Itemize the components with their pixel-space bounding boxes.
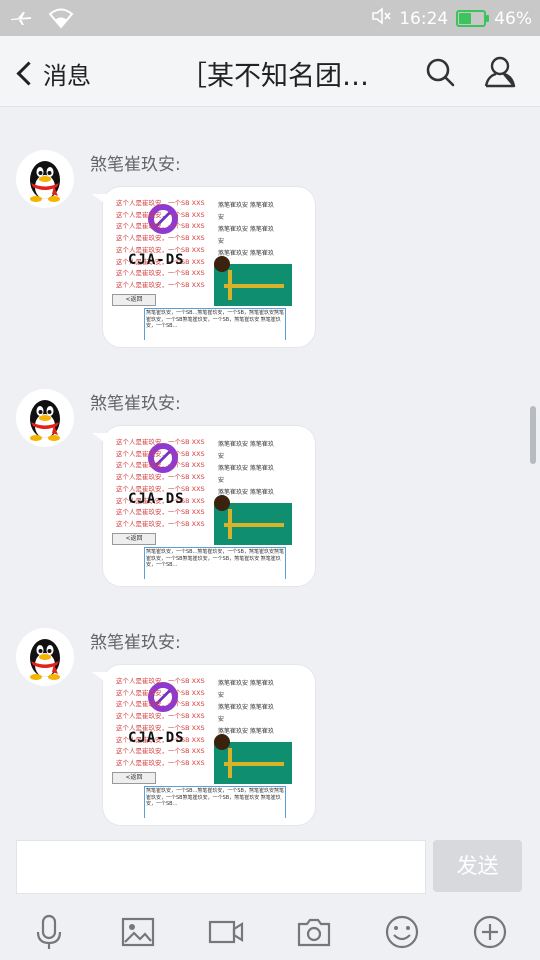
sender-name: 煞笔崔玖安:: [90, 155, 181, 175]
scrollbar-thumb[interactable]: [530, 406, 536, 464]
thumbnail-textbox: 煞笔崔玖安，一个SB...煞笔崔玖安，一个SB，煞笔崔玖安煞笔崔玖安，一个SB煞…: [144, 547, 286, 579]
emoji-icon[interactable]: [382, 912, 422, 952]
screenshot-thumbnail[interactable]: 这个人是崔玖安，一个SB XXS 这个人是崔玖安，一个SB XXS 这个人是崔玖安，…: [110, 194, 308, 340]
chevron-left-icon: [16, 61, 41, 86]
wifi-icon: [48, 7, 74, 34]
chat-title: ［某不知名团…: [180, 61, 369, 92]
camera-icon[interactable]: [294, 912, 334, 952]
airplane-icon: [10, 10, 32, 31]
thumbnail-red-text: 这个人是崔玖安，一个SB XXS 这个人是崔玖安，一个SB XXS 这个人是崔玖安，…: [116, 677, 205, 767]
thumbnail-logo-text: CJA-DS: [128, 491, 185, 507]
thumbnail-character: [214, 256, 230, 272]
message: 煞笔崔玖安: 这个人是崔玖安，一个SB XXS 这个人是崔玖安，一个SB XXS 这…: [0, 150, 540, 350]
plus-icon[interactable]: [470, 912, 510, 952]
profile-icon[interactable]: [482, 54, 518, 90]
avatar[interactable]: [16, 389, 74, 447]
message: 煞笔崔玖安: 这个人是崔玖安，一个SB XXS 这个人是崔玖安，一个SB XXS 这…: [0, 389, 540, 589]
avatar[interactable]: [16, 628, 74, 686]
sender-name: 煞笔崔玖安:: [90, 633, 181, 653]
image-icon[interactable]: [118, 912, 158, 952]
back-label: 消息: [43, 62, 91, 90]
thumbnail-back-button: <返回: [112, 772, 156, 784]
status-time: 16:24: [399, 8, 449, 29]
microphone-icon[interactable]: [29, 912, 69, 952]
thumbnail-logo-text: CJA-DS: [128, 730, 185, 746]
message: 煞笔崔玖安: 这个人是崔玖安，一个SB XXS 这个人是崔玖安，一个SB XXS 这…: [0, 628, 540, 828]
thumbnail-back-button: <返回: [112, 533, 156, 545]
sender-name: 煞笔崔玖安:: [90, 394, 181, 414]
send-button[interactable]: 发送: [433, 840, 522, 892]
mute-icon: [371, 7, 391, 30]
back-button[interactable]: 消息: [14, 56, 91, 91]
search-icon[interactable]: [422, 54, 458, 90]
thumbnail-textbox: 煞笔崔玖安，一个SB...煞笔崔玖安，一个SB，煞笔崔玖安煞笔崔玖安，一个SB煞…: [144, 308, 286, 340]
thumbnail-back-button: <返回: [112, 294, 156, 306]
image-message-bubble[interactable]: 这个人是崔玖安，一个SB XXS 这个人是崔玖安，一个SB XXS 这个人是崔玖安，…: [92, 187, 315, 347]
input-toolbar: [0, 904, 540, 960]
message-input[interactable]: [16, 840, 426, 894]
thumbnail-red-text: 这个人是崔玖安，一个SB XXS 这个人是崔玖安，一个SB XXS 这个人是崔玖安，…: [116, 438, 205, 528]
thumbnail-logo-text: CJA-DS: [128, 252, 185, 268]
battery-icon: [456, 10, 490, 27]
thumbnail-character: [214, 495, 230, 511]
thumbnail-character: [214, 734, 230, 750]
status-bar: 16:24 46%: [0, 0, 540, 36]
battery-percent: 46%: [494, 8, 532, 29]
header: 消息 ［某不知名团…: [0, 36, 540, 107]
video-icon[interactable]: [206, 912, 246, 952]
thumbnail-red-text: 这个人是崔玖安，一个SB XXS 这个人是崔玖安，一个SB XXS 这个人是崔玖安，…: [116, 199, 205, 289]
image-message-bubble[interactable]: 这个人是崔玖安，一个SB XXS 这个人是崔玖安，一个SB XXS 这个人是崔玖安，…: [92, 426, 315, 586]
input-row: 发送: [0, 834, 540, 900]
screenshot-thumbnail[interactable]: 这个人是崔玖安，一个SB XXS 这个人是崔玖安，一个SB XXS 这个人是崔玖安，…: [110, 433, 308, 579]
avatar[interactable]: [16, 150, 74, 208]
screenshot-thumbnail[interactable]: 这个人是崔玖安，一个SB XXS 这个人是崔玖安，一个SB XXS 这个人是崔玖安，…: [110, 672, 308, 818]
thumbnail-textbox: 煞笔崔玖安，一个SB...煞笔崔玖安，一个SB，煞笔崔玖安煞笔崔玖安，一个SB煞…: [144, 786, 286, 818]
image-message-bubble[interactable]: 这个人是崔玖安，一个SB XXS 这个人是崔玖安，一个SB XXS 这个人是崔玖安，…: [92, 665, 315, 825]
